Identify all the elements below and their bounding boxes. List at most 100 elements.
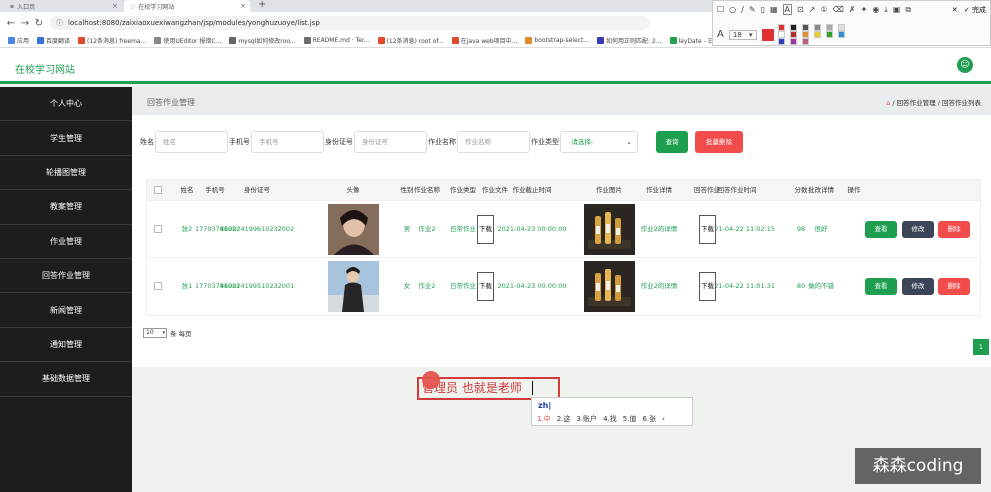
copy-tool-icon[interactable]: ⧉ bbox=[905, 5, 911, 15]
font-size-select[interactable]: 18 ▾ bbox=[728, 29, 757, 40]
forward-icon[interactable]: → bbox=[18, 18, 32, 29]
color-swatch[interactable] bbox=[801, 31, 809, 38]
color-swatch[interactable] bbox=[813, 31, 821, 38]
color-swatch[interactable] bbox=[801, 38, 809, 45]
eraser-tool-icon[interactable]: ⌫ bbox=[833, 5, 844, 14]
download-button[interactable]: 下载 bbox=[477, 215, 494, 244]
color-swatch[interactable] bbox=[801, 24, 809, 31]
mosaic-tool-icon[interactable]: ▦ bbox=[770, 5, 778, 14]
browser-tab-home[interactable]: ▪ 入口页 × bbox=[4, 0, 122, 12]
bookmark-item[interactable]: 使用UEditor 报错C... bbox=[154, 36, 221, 45]
bookmark-item[interactable]: README.md · Ter... bbox=[303, 37, 370, 44]
bookmark-item[interactable]: mysql如何修改roo... bbox=[229, 36, 296, 45]
bookmark-item[interactable]: 应用 bbox=[8, 36, 29, 45]
sidebar-item[interactable]: 教案管理 bbox=[0, 190, 132, 225]
view-button[interactable]: 查看 bbox=[865, 221, 897, 238]
bookmark-item[interactable]: 如何用正则匹配: 2... bbox=[597, 36, 662, 45]
user-icon[interactable]: ☺ bbox=[957, 57, 973, 73]
app-title[interactable]: 在校学习网站 bbox=[15, 61, 75, 76]
id-card-input[interactable]: 身份证号 bbox=[354, 131, 427, 153]
color-swatch[interactable] bbox=[777, 24, 785, 31]
color-swatch[interactable] bbox=[789, 38, 797, 45]
delete-button[interactable]: 删除 bbox=[938, 221, 970, 238]
row-checkbox[interactable] bbox=[154, 225, 162, 233]
ime-candidate[interactable]: 6.张 bbox=[642, 415, 656, 423]
cancel-icon[interactable]: ✕ bbox=[952, 6, 958, 14]
bookmark-item[interactable]: bootstrap-select... bbox=[525, 37, 589, 44]
browser-tab-active[interactable]: ◌ 在校学习网站 × bbox=[124, 0, 250, 12]
edit-button[interactable]: 修改 bbox=[902, 221, 934, 238]
sidebar-item[interactable]: 通知管理 bbox=[0, 328, 132, 363]
cell-name[interactable]: 张2 bbox=[177, 201, 197, 258]
eyedropper-tool-icon[interactable]: ✦ bbox=[861, 5, 868, 14]
answer-download-button[interactable]: 下载 bbox=[699, 272, 716, 301]
line-tool-icon[interactable]: ∕ bbox=[741, 5, 744, 14]
name-input[interactable]: 姓名 bbox=[155, 131, 228, 153]
download-tool-icon[interactable]: ⤓ bbox=[884, 5, 888, 15]
color-swatch[interactable] bbox=[837, 31, 845, 38]
page-size-select[interactable]: 10 ▾ bbox=[143, 328, 167, 338]
marker-tool-icon[interactable]: ▯ bbox=[761, 5, 765, 14]
bookmark-item[interactable]: (12条消息) freema... bbox=[78, 36, 146, 45]
color-swatch[interactable] bbox=[777, 31, 785, 38]
color-swatch[interactable] bbox=[813, 24, 821, 31]
ime-candidate[interactable]: 4.找 bbox=[603, 415, 617, 423]
ime-prev-page-icon[interactable]: ‹ bbox=[662, 415, 665, 423]
number-tool-icon[interactable]: ① bbox=[820, 5, 827, 14]
batch-delete-button[interactable]: 批量删除 bbox=[695, 131, 743, 153]
answer-download-button[interactable]: 下载 bbox=[699, 215, 716, 244]
reload-icon[interactable]: ↻ bbox=[32, 18, 46, 29]
back-icon[interactable]: ← bbox=[4, 18, 18, 29]
arrow-tool-icon[interactable]: ↗ bbox=[809, 5, 816, 14]
ellipse-tool-icon[interactable]: ○ bbox=[729, 5, 736, 14]
sidebar-item[interactable]: 作业管理 bbox=[0, 225, 132, 259]
close-tab-icon[interactable]: × bbox=[112, 2, 118, 10]
bookmark-item[interactable]: 百度翻译 bbox=[37, 36, 70, 45]
color-swatch[interactable] bbox=[789, 24, 797, 31]
hw-type-select[interactable]: -请选择- ⌄ bbox=[560, 131, 638, 153]
ime-candidate[interactable]: 2.这 bbox=[557, 415, 571, 423]
color-swatch[interactable] bbox=[789, 31, 797, 38]
annotation-number-marker[interactable] bbox=[422, 371, 440, 389]
color-swatch[interactable] bbox=[825, 31, 833, 38]
home-icon[interactable]: ⌂ bbox=[886, 99, 890, 107]
rectangle-tool-icon[interactable]: ☐ bbox=[717, 5, 724, 14]
edit-button[interactable]: 修改 bbox=[902, 278, 934, 295]
query-button[interactable]: 查询 bbox=[656, 131, 688, 153]
phone-input[interactable]: 手机号 bbox=[251, 131, 324, 153]
ime-candidate[interactable]: 3.账户 bbox=[576, 415, 597, 423]
ime-candidate[interactable]: 5.值 bbox=[623, 415, 637, 423]
view-button[interactable]: 查看 bbox=[865, 278, 897, 295]
finish-button[interactable]: 完成 bbox=[972, 6, 986, 14]
sidebar-item[interactable]: 基础数据管理 bbox=[0, 362, 132, 397]
breadcrumb-text[interactable]: / 回答作业管理 / 回答作业列表 bbox=[892, 99, 981, 107]
sidebar-item[interactable]: 新闻管理 bbox=[0, 293, 132, 328]
sidebar-item[interactable]: 学生管理 bbox=[0, 121, 132, 156]
hw-name-input[interactable]: 作业名称 bbox=[457, 131, 530, 153]
crop-tool-icon[interactable]: ⊡ bbox=[797, 5, 804, 14]
color-swatch[interactable] bbox=[777, 38, 785, 45]
cell-name[interactable]: 张1 bbox=[177, 258, 197, 315]
sidebar-item[interactable]: 个人中心 bbox=[0, 87, 132, 122]
new-tab-icon[interactable]: + bbox=[258, 0, 266, 10]
row-checkbox[interactable] bbox=[154, 282, 162, 290]
url-input[interactable]: ⓘ localhost:8080/zaixiaoxuexiwangzhan/js… bbox=[50, 16, 650, 30]
select-all-checkbox[interactable] bbox=[154, 186, 162, 194]
sidebar-item[interactable]: 轮播图管理 bbox=[0, 156, 132, 191]
color-swatch[interactable] bbox=[837, 24, 845, 31]
pin-tool-icon[interactable]: ✗ bbox=[849, 5, 856, 14]
ime-candidate[interactable]: 1.中 bbox=[537, 415, 551, 423]
record-tool-icon[interactable]: ◉ bbox=[872, 5, 879, 14]
save-tool-icon[interactable]: ▣ bbox=[893, 5, 901, 14]
sidebar-item[interactable]: 回答作业管理 bbox=[0, 259, 132, 294]
color-swatch[interactable] bbox=[825, 24, 833, 31]
info-icon[interactable]: ⓘ bbox=[56, 16, 63, 30]
delete-button[interactable]: 删除 bbox=[938, 278, 970, 295]
bookmark-item[interactable]: 在java web项目中... bbox=[451, 36, 517, 45]
text-tool-icon[interactable]: A bbox=[782, 4, 793, 15]
download-button[interactable]: 下载 bbox=[477, 272, 494, 301]
page-1-button[interactable]: 1 bbox=[973, 339, 989, 355]
bookmark-item[interactable]: (12条消息) root of... bbox=[377, 36, 444, 45]
confirm-icon[interactable]: ✓ bbox=[964, 6, 970, 14]
close-tab-icon[interactable]: × bbox=[240, 2, 246, 10]
